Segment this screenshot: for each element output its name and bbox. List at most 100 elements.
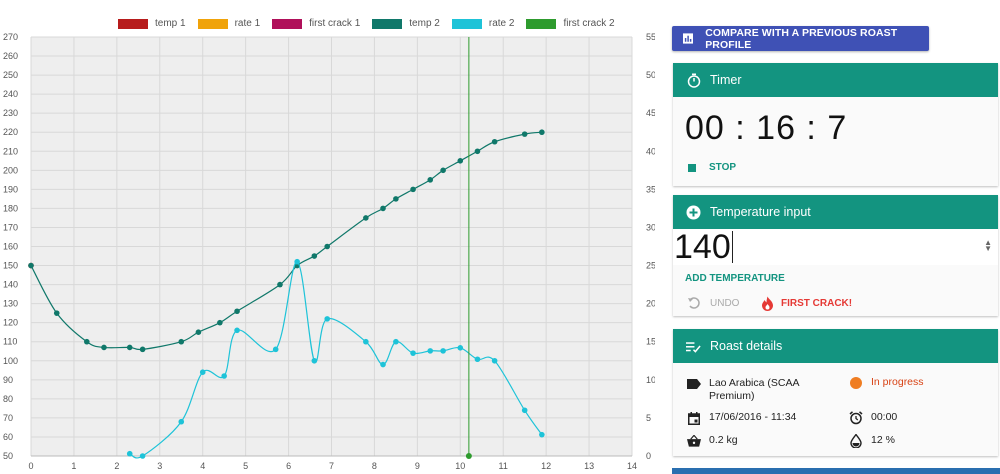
undo-icon <box>688 297 700 309</box>
roast-chart: temp 1 rate 1 first crack 1 temp 2 rate 2 fir… <box>0 0 655 474</box>
y-right-tick-label: 35 <box>646 184 655 194</box>
data-point <box>272 346 279 353</box>
data-point <box>277 281 283 288</box>
data-point <box>178 418 185 425</box>
data-point <box>491 138 498 145</box>
data-point <box>126 450 133 457</box>
y-left-tick-label: 80 <box>3 394 13 404</box>
undo-button[interactable]: UNDO <box>687 296 739 310</box>
x-tick-label: 7 <box>329 461 334 471</box>
first-crack-point <box>465 453 472 459</box>
x-tick-label: 10 <box>455 461 465 471</box>
data-point <box>324 243 331 250</box>
stop-label: STOP <box>709 162 737 173</box>
stop-button[interactable]: STOP <box>688 162 736 173</box>
weight-detail: 0.2 kg <box>687 434 738 448</box>
y-right-tick-label: 20 <box>646 299 655 309</box>
x-tick-label: 0 <box>28 461 33 471</box>
timer-display: 00 : 16 : 7 <box>685 109 848 147</box>
y-left-tick-label: 200 <box>3 165 18 175</box>
y-right-tick-label: 5 <box>646 413 651 423</box>
y-right-tick-label: 50 <box>646 70 655 80</box>
compare-profile-button[interactable]: COMPARE WITH A PREVIOUS ROAST PROFILE <box>672 26 929 51</box>
status-text: In progress <box>871 376 924 388</box>
data-point <box>427 177 434 183</box>
x-tick-label: 12 <box>541 461 551 471</box>
roast-details-header: Roast details <box>673 329 998 363</box>
y-left-tick-label: 250 <box>3 70 18 80</box>
date-detail: 17/06/2016 - 11:34 <box>687 411 796 425</box>
data-point <box>84 338 90 345</box>
data-point <box>139 346 146 353</box>
y-left-tick-label: 240 <box>3 89 18 99</box>
temperature-header: Temperature input <box>673 195 998 229</box>
y-right-tick-label: 30 <box>646 222 655 232</box>
y-left-tick-label: 70 <box>3 413 13 423</box>
y-right-tick-label: 25 <box>646 261 655 271</box>
stopwatch-icon <box>686 73 701 88</box>
x-tick-label: 3 <box>157 461 162 471</box>
y-left-tick-label: 50 <box>3 451 13 461</box>
x-tick-label: 1 <box>71 461 76 471</box>
text-caret <box>731 231 733 263</box>
y-left-tick-label: 270 <box>3 32 18 42</box>
droplet-icon <box>849 434 863 448</box>
data-point <box>410 350 416 356</box>
add-temperature-button[interactable]: ADD TEMPERATURE <box>685 273 785 284</box>
y-right-tick-label: 45 <box>646 108 655 118</box>
y-left-tick-label: 150 <box>3 261 18 271</box>
temperature-card: Temperature input 140 ▲ ▼ ADD TEMPERATURE… <box>673 195 998 316</box>
number-spinner[interactable]: ▲ ▼ <box>984 239 992 253</box>
y-left-tick-label: 210 <box>3 146 18 156</box>
roast-humidity: 12 % <box>871 434 895 446</box>
data-point <box>53 310 60 316</box>
x-tick-label: 4 <box>200 461 205 471</box>
basket-icon <box>687 434 701 448</box>
data-point <box>324 316 331 322</box>
data-point <box>294 258 300 265</box>
y-right-tick-label: 40 <box>646 146 655 156</box>
data-point <box>234 308 240 315</box>
y-right-tick-label: 10 <box>646 375 655 385</box>
timer-title: Timer <box>710 73 742 87</box>
data-point <box>199 369 206 376</box>
data-point <box>521 407 528 414</box>
x-tick-label: 14 <box>627 461 637 471</box>
first-crack-button[interactable]: FIRST CRACK! <box>761 296 852 311</box>
plus-circle-icon <box>686 205 701 220</box>
data-point <box>521 131 528 137</box>
timer-header: Timer <box>673 63 998 97</box>
y-left-tick-label: 230 <box>3 108 18 118</box>
coffee-detail: Lao Arabica (SCAA Premium) <box>687 377 827 403</box>
data-point <box>217 319 223 326</box>
y-left-tick-label: 220 <box>3 127 18 137</box>
temperature-input[interactable]: 140 ▲ ▼ <box>673 228 998 266</box>
chart-plot: 0 1 2 3 4 5 6 7 8 9 10 11 12 13 1450607080901001101201… <box>3 32 655 471</box>
flame-icon <box>762 296 773 311</box>
data-point <box>195 329 202 336</box>
y-right-tick-label: 55 <box>646 32 655 42</box>
bar-chart-icon <box>683 33 694 44</box>
y-left-tick-label: 130 <box>3 299 18 309</box>
data-point <box>427 348 434 354</box>
data-point <box>457 345 464 351</box>
data-point <box>28 262 34 269</box>
data-point <box>363 338 369 345</box>
roast-details-title: Roast details <box>710 339 783 353</box>
data-point <box>539 431 545 438</box>
y-left-tick-label: 190 <box>3 184 18 194</box>
y-left-tick-label: 170 <box>3 222 18 232</box>
data-point <box>126 344 133 351</box>
next-card-edge <box>672 468 1000 474</box>
undo-label: UNDO <box>710 297 740 309</box>
y-left-tick-label: 90 <box>3 375 13 385</box>
status-dot <box>849 376 863 390</box>
x-tick-label: 2 <box>114 461 119 471</box>
y-left-tick-label: 140 <box>3 280 18 290</box>
y-left-tick-label: 160 <box>3 242 18 252</box>
data-point <box>440 348 446 354</box>
x-tick-label: 8 <box>372 461 377 471</box>
data-point <box>410 186 416 193</box>
y-left-tick-label: 100 <box>3 356 18 366</box>
y-left-tick-label: 120 <box>3 318 18 328</box>
